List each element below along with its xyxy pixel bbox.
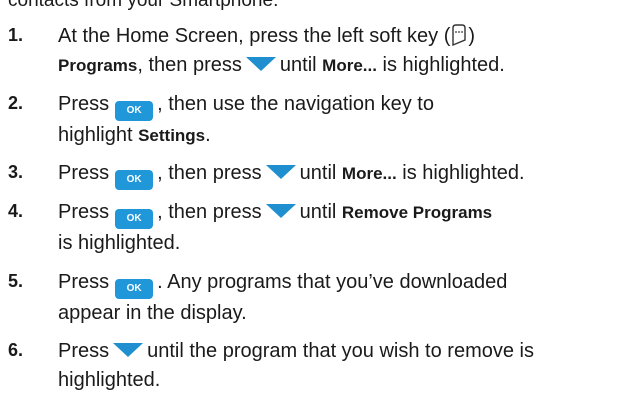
step-text: Press OK. Any programs that you’ve downlo… (58, 268, 618, 328)
step-text-segment: Press (58, 93, 110, 115)
step-text-segment: . Any programs that you’ve downloaded (157, 271, 508, 293)
step-text-segment: , then use the navigation key to (157, 93, 434, 115)
step-line: Press OK, then use the navigation key to (58, 90, 618, 121)
step-text-segment: is highlighted. (58, 232, 181, 254)
step-line: is highlighted. (58, 229, 618, 258)
step-text: At the Home Screen, press the left soft … (58, 22, 618, 80)
menu-option-more: More... (341, 164, 397, 183)
step-text: Press until the program that you wish to … (58, 337, 618, 395)
step-number: 4. (8, 201, 24, 221)
step-text-segment: Press (58, 201, 110, 223)
step-text-segment: Press (58, 340, 110, 362)
step-line: Programs, then press until More... is hig… (58, 51, 618, 80)
step-text-segment: , then press (157, 201, 262, 223)
step-number: 1. (8, 25, 24, 45)
step-text-segment: highlight (58, 124, 133, 146)
step-text-segment: Press (58, 162, 110, 184)
step-text-segment: is highlighted. (402, 162, 525, 184)
step-number: 5. (8, 271, 24, 291)
step-line: Press until the program that you wish to … (58, 337, 618, 366)
left-soft-key-icon (451, 22, 467, 48)
cutoff-text-fragment: contacts from your Smartphone: (8, 0, 279, 11)
step-line: At the Home Screen, press the left soft … (58, 22, 618, 51)
step-text-segment: , then press (157, 162, 262, 184)
step-text-segment: until (299, 162, 337, 184)
step-text-segment: ) (468, 25, 476, 47)
ok-key-icon: OK (115, 279, 154, 299)
step-text-segment: , then press (137, 54, 242, 76)
step-number: 6. (8, 340, 24, 360)
navigation-down-arrow-icon (113, 343, 144, 357)
step-text-segment: . (205, 124, 211, 146)
step-line: Press OK, then press until More... is high… (58, 159, 618, 190)
step-number: 3. (8, 162, 24, 182)
menu-option-programs: Programs (58, 56, 138, 75)
step-line: Press OK. Any programs that you’ve downlo… (58, 268, 618, 299)
menu-option-remove-programs: Remove Programs (341, 203, 493, 222)
step-text-segment: appear in the display. (58, 302, 247, 324)
step-text: Press OK, then use the navigation key to … (58, 90, 618, 150)
step-line: appear in the display. (58, 299, 618, 328)
ok-key-icon: OK (115, 170, 154, 190)
step-number: 2. (8, 93, 24, 113)
ok-key-icon: OK (115, 101, 154, 121)
step-text-segment: until (279, 54, 317, 76)
step-text-segment: At the Home Screen, press the left soft … (58, 25, 451, 47)
ok-key-icon: OK (115, 209, 154, 229)
step-text-segment: until the program that you wish to remov… (147, 340, 534, 362)
step-text-segment: highlighted. (58, 369, 161, 391)
step-line: highlight Settings. (58, 121, 618, 150)
menu-option-settings: Settings (138, 126, 206, 145)
navigation-down-arrow-icon (245, 57, 276, 71)
step-text-segment: Press (58, 271, 110, 293)
step-text-segment: until (299, 201, 337, 223)
step-text-segment: is highlighted. (382, 54, 505, 76)
navigation-down-arrow-icon (265, 165, 296, 179)
step-line: highlighted. (58, 366, 618, 395)
menu-option-more: More... (322, 56, 377, 75)
step-line: Press OK, then press until Remove Programs (58, 198, 618, 229)
navigation-down-arrow-icon (265, 204, 296, 218)
step-text: Press OK, then press until More... is high… (58, 159, 618, 190)
step-text: Press OK, then press until Remove Programs… (58, 198, 618, 258)
